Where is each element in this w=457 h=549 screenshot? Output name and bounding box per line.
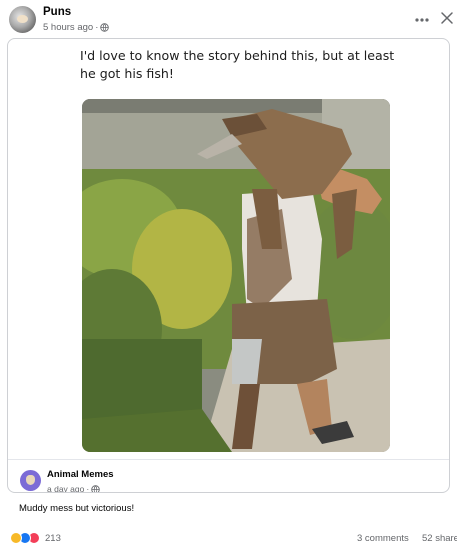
shared-from-header: Animal Memes a day ago · bbox=[8, 459, 449, 493]
shared-post-card[interactable]: I'd love to know the story behind this, … bbox=[7, 38, 450, 493]
post-meta: 5 hours ago · bbox=[43, 22, 110, 33]
shares-count-link[interactable]: 52 share bbox=[422, 533, 457, 544]
more-options-button[interactable] bbox=[411, 9, 433, 29]
comments-count-link[interactable]: 3 comments bbox=[357, 533, 409, 544]
shared-author[interactable]: Animal Memes bbox=[47, 469, 114, 480]
close-icon bbox=[441, 12, 453, 24]
page-avatar[interactable] bbox=[9, 6, 36, 33]
post-header: Puns 5 hours ago · bbox=[0, 0, 457, 40]
shared-page-avatar[interactable] bbox=[20, 470, 41, 491]
post-author[interactable]: Puns bbox=[43, 6, 71, 18]
shared-meta: a day ago · bbox=[47, 484, 100, 493]
meta-separator: · bbox=[86, 484, 90, 493]
post-body-text: Muddy mess but victorious! bbox=[19, 503, 135, 514]
close-button[interactable] bbox=[437, 7, 457, 29]
more-horizontal-icon bbox=[415, 18, 429, 22]
haha-icon bbox=[10, 532, 22, 544]
photo-dog-carrying-fish bbox=[82, 99, 390, 452]
globe-icon bbox=[91, 484, 100, 492]
meta-separator: · bbox=[95, 22, 99, 33]
reaction-count: 213 bbox=[45, 532, 61, 544]
reaction-summary[interactable]: 213 bbox=[10, 532, 61, 544]
post-timestamp[interactable]: 5 hours ago bbox=[43, 22, 93, 33]
globe-icon bbox=[100, 23, 110, 32]
shared-caption: I'd love to know the story behind this, … bbox=[80, 48, 395, 81]
shared-photo[interactable] bbox=[82, 99, 390, 452]
shared-timestamp[interactable]: a day ago bbox=[47, 484, 84, 492]
